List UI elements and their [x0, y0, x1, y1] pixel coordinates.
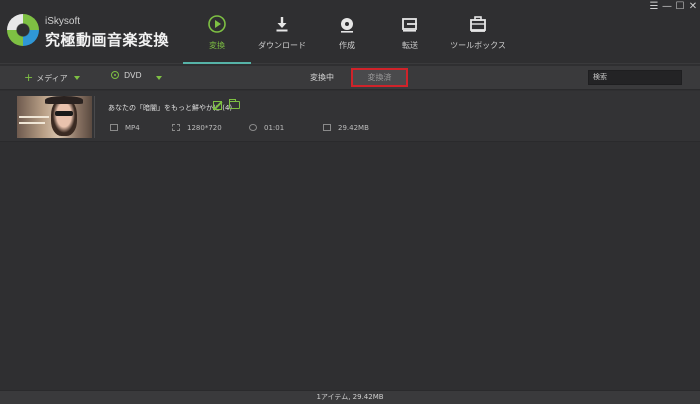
dvd-dropdown-icon[interactable]	[156, 76, 162, 80]
file-resolution: 1280*720	[172, 124, 222, 132]
dvd-icon	[111, 71, 119, 79]
dvd-button[interactable]: DVD	[111, 71, 142, 80]
tab-label: 作成	[339, 41, 355, 50]
app-window: iSkysoft 究極動画音楽変換 変換 ダウンロード 作成 転送 ツールボック…	[0, 0, 700, 404]
plus-icon: +	[24, 71, 34, 84]
folder-icon[interactable]	[229, 99, 240, 109]
tab-convert[interactable]: 変換	[182, 14, 252, 64]
add-media-button[interactable]: + メディア	[24, 71, 68, 84]
file-list-empty-area	[0, 143, 700, 390]
disc-icon	[341, 18, 353, 33]
file-format: MP4	[110, 124, 140, 132]
status-bar: 1アイテム, 29.42MB	[0, 390, 700, 404]
transfer-icon	[402, 18, 417, 32]
file-resolution-value: 1280*720	[187, 124, 222, 132]
resolution-icon	[172, 124, 180, 131]
maximize-icon[interactable]: ☐	[675, 2, 685, 12]
thumbnail-divider	[94, 96, 95, 138]
file-list-item[interactable]	[0, 91, 700, 142]
add-media-dropdown-icon[interactable]	[74, 76, 80, 80]
dvd-label: DVD	[124, 71, 142, 80]
edit-icon[interactable]	[213, 101, 222, 110]
search-input[interactable]: 検索	[588, 70, 682, 85]
active-tab-indicator	[183, 62, 251, 64]
brand-title: 究極動画音楽変換	[45, 31, 170, 49]
film-icon	[110, 124, 118, 131]
tab-converted[interactable]: 変換済	[351, 68, 408, 87]
file-duration-value: 01:01	[264, 124, 285, 132]
close-icon[interactable]: ✕	[688, 2, 698, 12]
add-media-label: メディア	[36, 74, 68, 83]
app-logo-icon	[7, 14, 39, 46]
tab-toolbox[interactable]: ツールボックス	[443, 14, 513, 64]
file-duration: 01:01	[249, 124, 284, 132]
play-circle-icon	[208, 15, 226, 33]
toolbar: + メディア DVD 変換中 変換済 検索	[0, 66, 700, 90]
minimize-icon[interactable]: —	[662, 2, 672, 12]
brand-small: iSkysoft	[45, 16, 81, 27]
status-summary: 1アイテム, 29.42MB	[316, 393, 384, 401]
tab-converting[interactable]: 変換中	[294, 69, 350, 86]
tab-download[interactable]: ダウンロード	[247, 14, 317, 64]
tab-label: ダウンロード	[258, 41, 306, 50]
file-size: 29.42MB	[323, 124, 369, 132]
file-size-value: 29.42MB	[338, 124, 369, 132]
video-thumbnail[interactable]	[17, 96, 92, 138]
tab-label: 転送	[402, 41, 418, 50]
folder-size-icon	[323, 124, 331, 131]
header-bar: iSkysoft 究極動画音楽変換 変換 ダウンロード 作成 転送 ツールボック…	[0, 0, 700, 64]
toolbox-icon	[470, 16, 486, 32]
tab-label: ツールボックス	[450, 41, 506, 50]
tab-create[interactable]: 作成	[312, 14, 382, 64]
clock-icon	[249, 124, 257, 131]
file-format-value: MP4	[125, 124, 140, 132]
tab-label: 変換	[209, 41, 225, 50]
tab-transfer[interactable]: 転送	[375, 14, 445, 64]
menu-icon[interactable]: ☰	[649, 2, 659, 12]
download-icon	[276, 17, 288, 32]
